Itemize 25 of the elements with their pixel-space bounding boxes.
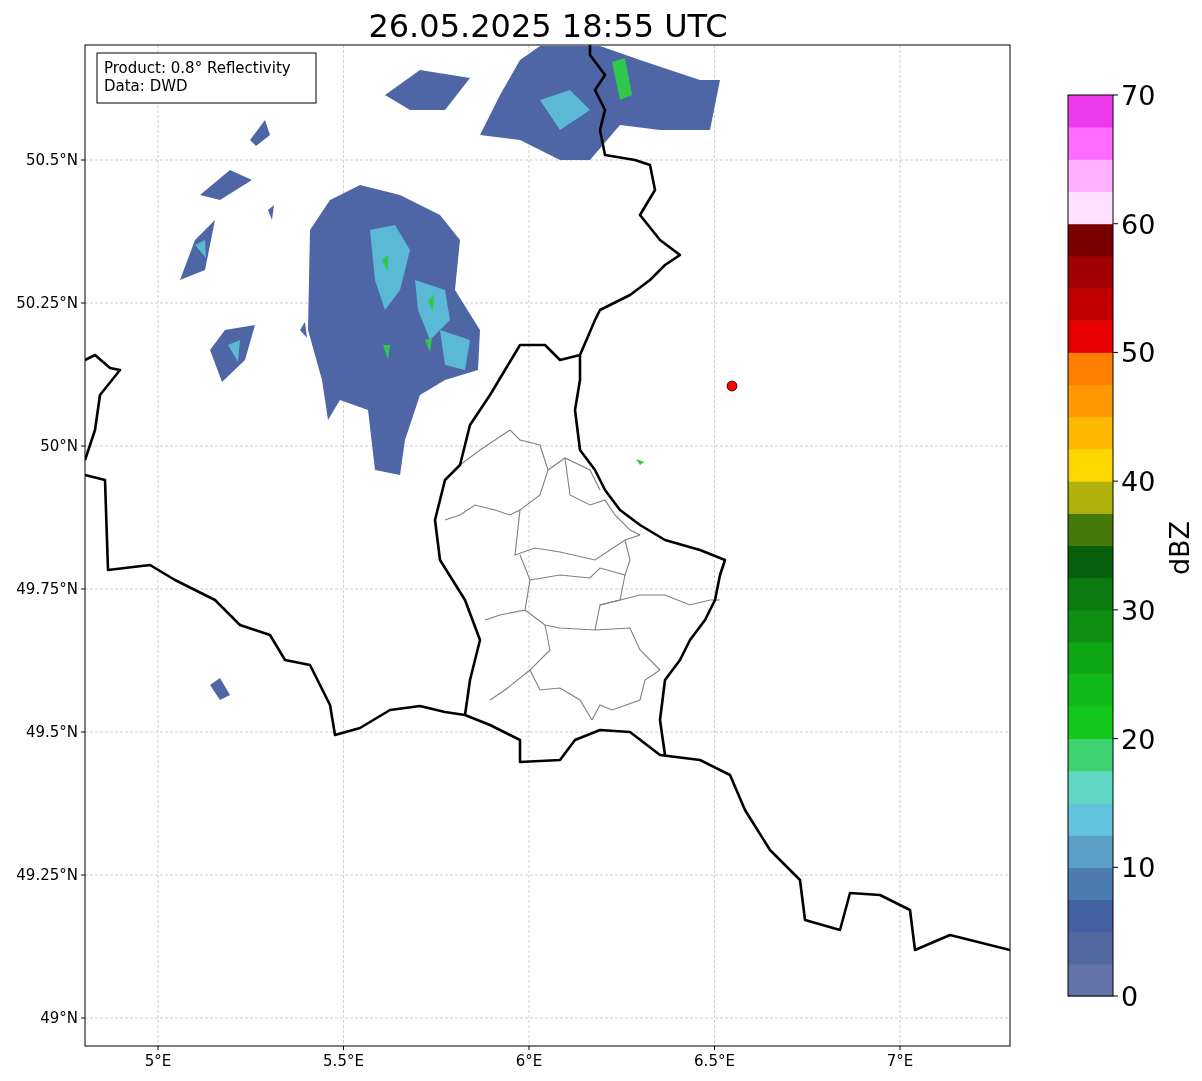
latitude-label: 49°N <box>40 1009 78 1027</box>
latitude-label: 50.5°N <box>25 151 78 169</box>
colorbar-tick-label: 70 <box>1121 80 1156 111</box>
colorbar-tick-label: 50 <box>1121 337 1156 369</box>
colorbar-tick-label: 0 <box>1121 981 1139 1012</box>
colorbar-tick-label: 20 <box>1121 723 1156 755</box>
colorbar-label: dBZ <box>1164 520 1195 576</box>
location-marker-icon <box>726 380 738 392</box>
chart-title: 26.05.2025 18:55 UTC <box>368 7 728 45</box>
colorbar-tick-label: 30 <box>1121 594 1156 626</box>
latitude-label: 49.75°N <box>16 580 78 598</box>
latitude-label: 49.25°N <box>16 866 78 884</box>
longitude-label: 7°E <box>886 1052 914 1070</box>
longitude-label: 5°E <box>144 1052 172 1070</box>
latitude-label: 50°N <box>40 437 78 455</box>
latitude-label: 49.5°N <box>25 723 78 741</box>
legend-text: Product: 0.8° Reflectivity <box>104 59 291 77</box>
colorbar-tick-label: 40 <box>1121 466 1156 498</box>
colorbar-tick-label: 60 <box>1121 208 1156 240</box>
longitude-label: 5.5°E <box>323 1052 364 1070</box>
longitude-label: 6°E <box>515 1052 543 1070</box>
longitude-label: 6.5°E <box>694 1052 735 1070</box>
latitude-label: 50.25°N <box>16 294 78 312</box>
legend-text: Data: DWD <box>104 77 188 95</box>
colorbar-tick-label: 10 <box>1121 852 1156 884</box>
